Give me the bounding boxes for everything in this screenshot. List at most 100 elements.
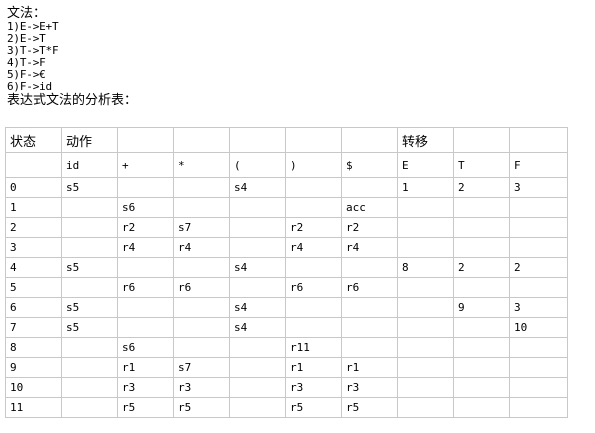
table-cell: s7 — [173, 217, 230, 238]
table-cell: 2 — [453, 257, 510, 278]
table-cell — [397, 277, 454, 298]
state-cell: 5 — [5, 277, 62, 298]
table-cell — [509, 237, 568, 258]
header-cell — [117, 127, 174, 153]
table-cell: r4 — [173, 237, 230, 258]
table-title: 表达式文法的分析表： — [7, 93, 138, 108]
table-cell — [397, 357, 454, 378]
table-cell — [117, 257, 174, 278]
table-row: 9 r1 s7 r1 r1 — [5, 357, 568, 378]
table-cell: r1 — [341, 357, 398, 378]
table-row: 3 r4 r4 r4 r4 — [5, 237, 568, 258]
table-cell: s5 — [61, 257, 118, 278]
table-cell: s5 — [61, 297, 118, 318]
table-cell — [453, 197, 510, 218]
table-cell — [285, 297, 342, 318]
table-cell — [229, 237, 286, 258]
table-cell — [509, 217, 568, 238]
table-cell — [229, 397, 286, 418]
table-cell — [453, 397, 510, 418]
table-cell: 3 — [509, 297, 568, 318]
table-cell — [61, 377, 118, 398]
table-cell — [453, 317, 510, 338]
table-cell — [61, 277, 118, 298]
table-cell — [341, 297, 398, 318]
table-cell: s5 — [61, 177, 118, 198]
table-cell — [453, 357, 510, 378]
table-cell: r5 — [341, 397, 398, 418]
grammar-rule: 4)T->F — [7, 56, 46, 69]
table-cell — [397, 237, 454, 258]
table-cell — [341, 257, 398, 278]
table-cell: s4 — [229, 317, 286, 338]
table-cell — [397, 337, 454, 358]
header-cell: T — [453, 152, 510, 178]
table-cell: 9 — [453, 297, 510, 318]
header-cell: E — [397, 152, 454, 178]
header-cell: ) — [285, 152, 342, 178]
table-cell — [229, 337, 286, 358]
header-cell — [173, 127, 230, 153]
table-cell: r2 — [117, 217, 174, 238]
header-cell — [509, 127, 568, 153]
table-cell — [509, 357, 568, 378]
table-cell: s4 — [229, 297, 286, 318]
table-cell — [229, 377, 286, 398]
state-cell: 9 — [5, 357, 62, 378]
table-cell — [397, 197, 454, 218]
table-subheader-row: id + *() $ E T F — [5, 152, 568, 178]
table-row: 8 s6 r11 — [5, 337, 568, 358]
table-cell — [173, 197, 230, 218]
header-cell — [341, 127, 398, 153]
table-cell — [61, 357, 118, 378]
header-cell — [453, 127, 510, 153]
table-row: 6 s5 s4 9 3 — [5, 297, 568, 318]
table-cell — [61, 197, 118, 218]
table-cell — [229, 197, 286, 218]
header-cell: 转移 — [397, 127, 454, 153]
table-cell — [453, 217, 510, 238]
table-cell: r3 — [173, 377, 230, 398]
parsing-table-body: 状态 动作 转移 id + *() $ E T F 0 s5 s4 1 2 3 1 s6 acc 2 r2 s7 r2 r2 3… — [5, 127, 568, 418]
state-cell: 11 — [5, 397, 62, 418]
table-cell — [117, 317, 174, 338]
table-cell — [285, 197, 342, 218]
table-cell: r5 — [173, 397, 230, 418]
table-cell — [397, 217, 454, 238]
table-cell: r6 — [341, 277, 398, 298]
table-cell: 2 — [453, 177, 510, 198]
document: 文法： 1)E->E+T 2)E->T 3)T->T*F 4)T->F 5)F-… — [7, 6, 589, 108]
state-cell: 10 — [5, 377, 62, 398]
state-cell: 8 — [5, 337, 62, 358]
header-cell: * — [173, 152, 230, 178]
grammar-rule: 6)F->id — [7, 80, 52, 93]
table-cell: r5 — [285, 397, 342, 418]
table-row: 5 r6 r6 r6 r6 — [5, 277, 568, 298]
table-cell: s4 — [229, 177, 286, 198]
header-cell: ( — [229, 152, 286, 178]
table-cell — [397, 397, 454, 418]
grammar-rule: 3)T->T*F — [7, 44, 59, 57]
grammar-title: 文法： — [7, 6, 47, 21]
header-cell: + — [117, 152, 174, 178]
table-cell — [229, 277, 286, 298]
table-cell: 8 — [397, 257, 454, 278]
table-cell: s7 — [173, 357, 230, 378]
table-cell — [61, 337, 118, 358]
grammar-rule: 5)F->€ — [7, 68, 46, 81]
table-cell — [453, 377, 510, 398]
table-cell: r4 — [285, 237, 342, 258]
table-cell — [285, 257, 342, 278]
table-cell: r6 — [173, 277, 230, 298]
header-cell: F — [509, 152, 568, 178]
table-cell: 3 — [509, 177, 568, 198]
state-cell: 3 — [5, 237, 62, 258]
table-row: 0 s5 s4 1 2 3 — [5, 177, 568, 198]
header-cell: 状态 — [5, 127, 62, 153]
table-cell — [509, 397, 568, 418]
table-cell: 2 — [509, 257, 568, 278]
table-cell: 10 — [509, 317, 568, 338]
table-cell — [173, 177, 230, 198]
state-cell: 1 — [5, 197, 62, 218]
header-cell — [229, 127, 286, 153]
